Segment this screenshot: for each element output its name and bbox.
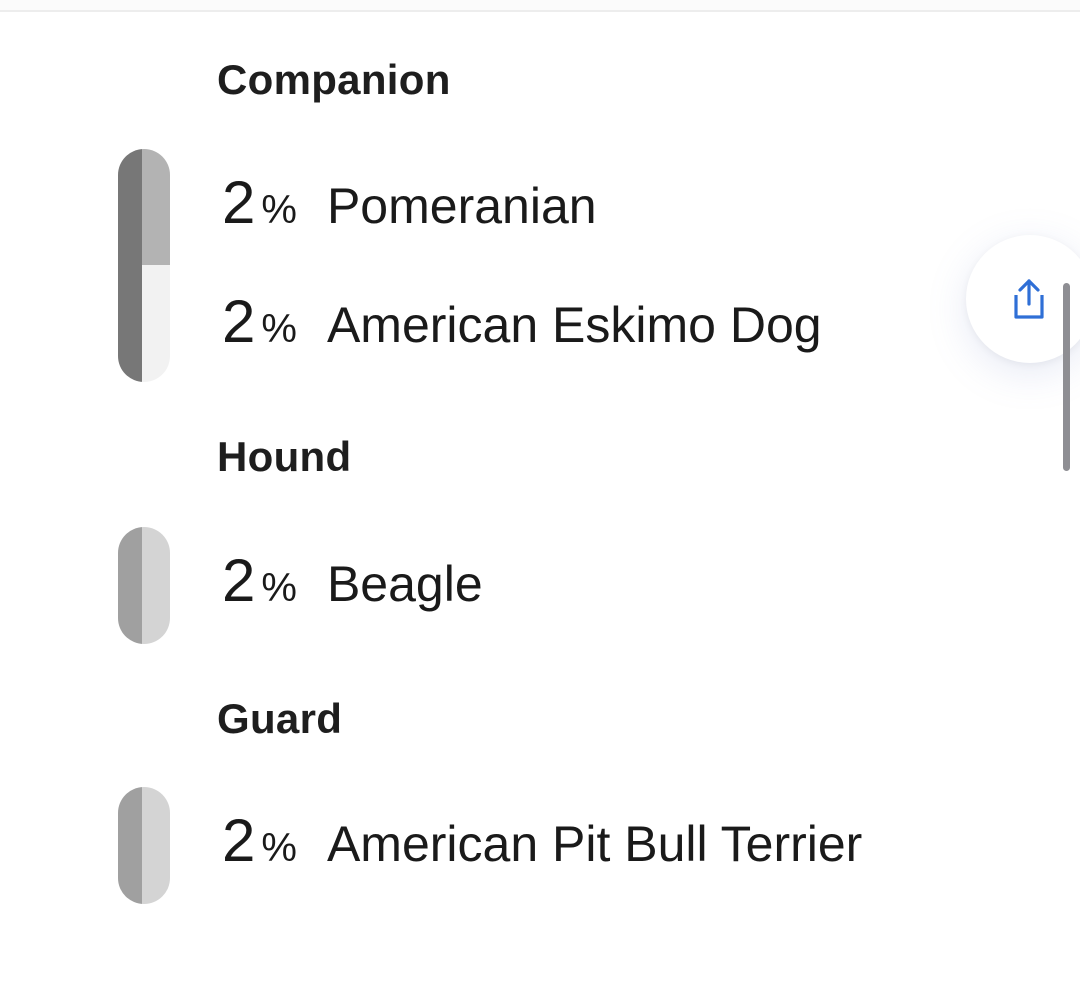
- breed-percent: 2: [222, 169, 256, 236]
- breed-bar-companion: [118, 149, 170, 382]
- breed-name: Beagle: [326, 556, 483, 612]
- breed-row-beagle[interactable]: 2 % Beagle: [222, 546, 483, 615]
- bar-segment-american-pit-bull-terrier: [142, 787, 170, 904]
- group-title-guard: Guard: [217, 695, 343, 742]
- breed-row-american-pit-bull-terrier[interactable]: 2 % American Pit Bull Terrier: [222, 806, 862, 875]
- breed-name: American Pit Bull Terrier: [326, 816, 863, 872]
- bar-segment-group: [118, 527, 142, 644]
- bar-segment-beagle: [142, 527, 170, 644]
- breed-name: American Eskimo Dog: [326, 297, 822, 353]
- bar-segment-group: [118, 149, 142, 382]
- breed-bar-guard: [118, 787, 170, 904]
- bar-segment-group: [118, 787, 142, 904]
- percent-sign: %: [261, 566, 297, 610]
- percent-sign: %: [261, 826, 297, 870]
- top-divider: [0, 0, 1080, 12]
- breed-row-american-eskimo-dog[interactable]: 2 % American Eskimo Dog: [222, 287, 822, 356]
- share-icon: [1014, 279, 1044, 319]
- scrollbar[interactable]: [1063, 283, 1070, 471]
- group-title-hound: Hound: [217, 433, 352, 480]
- percent-sign: %: [261, 307, 297, 351]
- breed-percent: 2: [222, 807, 256, 874]
- breed-name: Pomeranian: [326, 178, 597, 234]
- breed-percent: 2: [222, 288, 256, 355]
- group-title-companion: Companion: [217, 56, 451, 103]
- breed-bar-hound: [118, 527, 170, 644]
- breed-row-pomeranian[interactable]: 2 % Pomeranian: [222, 168, 597, 237]
- bar-segment-pomeranian: [142, 149, 170, 265]
- breed-ancestry-page: Companion 2 % Pomeranian 2 % American Es…: [0, 0, 1080, 984]
- percent-sign: %: [261, 188, 297, 232]
- bar-segment-american-eskimo-dog: [142, 265, 170, 382]
- breed-percent: 2: [222, 547, 256, 614]
